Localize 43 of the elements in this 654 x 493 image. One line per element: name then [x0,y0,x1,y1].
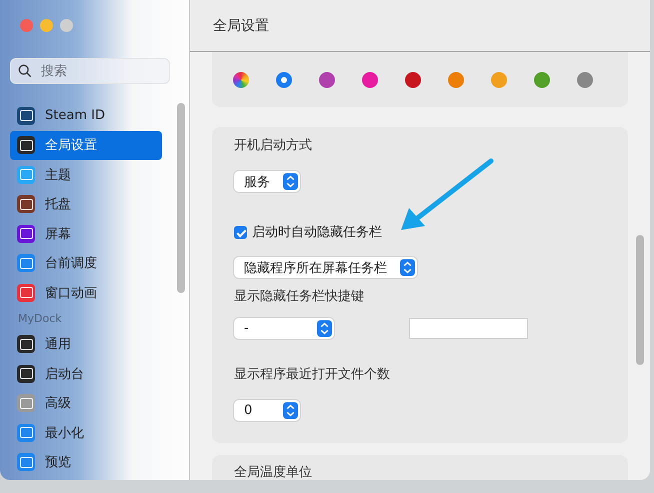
setting-label: 显示程序最近打开文件个数 [234,366,391,384]
dropdown[interactable]: 隐藏程序所在屏幕任务栏 [234,257,417,278]
color-swatch[interactable] [276,72,292,88]
sidebar-item[interactable]: 高级 [10,388,162,418]
scrollbar[interactable] [177,103,185,293]
sidebar-item[interactable]: 全局设置 [10,130,162,160]
sidebar-item[interactable]: 主题 [10,160,162,190]
sidebar-item[interactable]: 最小化 [10,418,162,448]
color-swatch[interactable] [362,72,378,88]
search-field[interactable]: 搜索 [10,58,170,84]
color-swatch[interactable] [448,72,464,88]
color-swatch[interactable] [491,72,507,88]
sidebar-item[interactable]: 通用 [10,330,162,359]
sidebar-item[interactable]: 托盘 [10,190,162,219]
dropdown[interactable]: 0 [234,400,300,421]
shortcut-field[interactable] [409,318,528,339]
setting-label: 显示隐藏任务栏快捷键 [234,288,365,306]
dropdown[interactable]: - [234,318,334,339]
setting-label: 开机启动方式 [234,137,313,155]
setting-label: 全局温度单位 [234,465,312,480]
sidebar-item[interactable]: 窗口动画 [10,278,162,308]
sidebar-item[interactable]: 启动台 [10,359,162,388]
window-title: 全局设置 [213,16,269,34]
color-swatch[interactable] [577,72,593,88]
section-heading: MyDock [17,310,63,326]
close-button[interactable] [20,19,33,32]
stepper-icon [317,320,332,337]
color-swatch[interactable] [319,72,335,88]
dropdown[interactable]: 服务 [234,171,300,192]
sidebar-item[interactable]: Steam ID [10,101,162,130]
checkbox[interactable]: 启动时自动隐藏任务栏 [234,223,382,241]
sidebar-item[interactable]: 屏幕 [10,219,162,248]
color-swatch[interactable] [534,72,550,88]
sidebar-item[interactable]: 台前调度 [10,248,162,278]
color-swatch[interactable] [233,72,249,88]
stepper-icon [283,173,298,190]
minimize-button[interactable] [40,19,53,32]
sidebar-item[interactable]: 预览 [10,448,162,477]
zoom-button[interactable] [60,19,73,32]
stepper-icon [283,402,298,419]
color-swatch[interactable] [405,72,421,88]
stepper-icon [400,259,415,276]
scrollbar[interactable] [636,235,644,365]
